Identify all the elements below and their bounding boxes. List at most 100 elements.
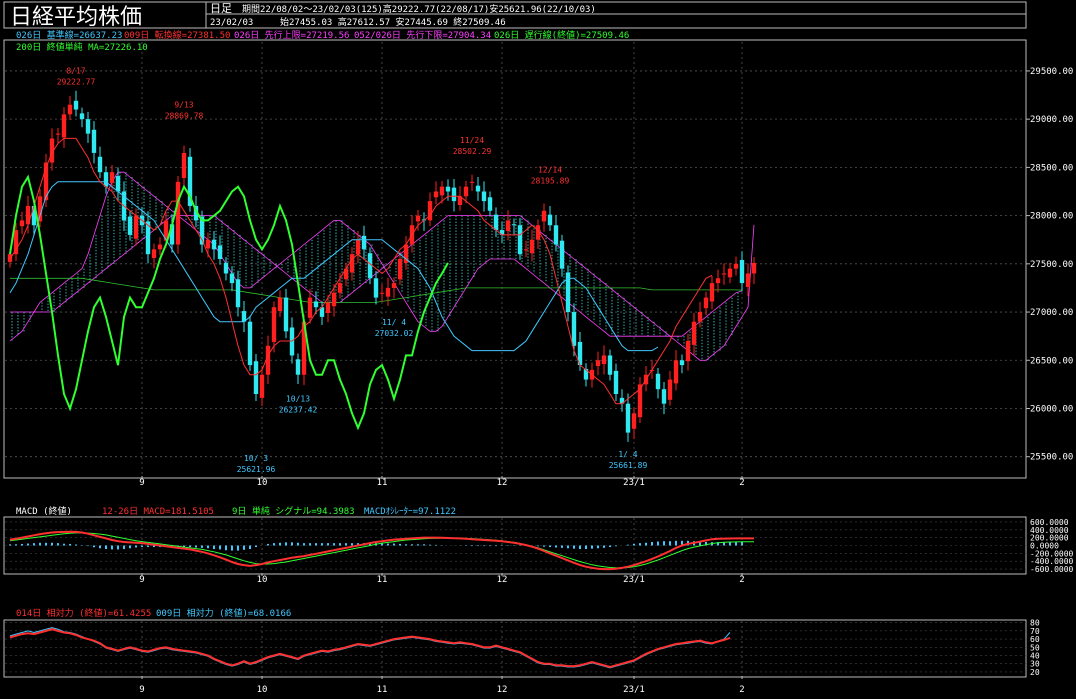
rsi9-line <box>9 627 731 669</box>
date-label: 23/02/03 <box>210 18 253 28</box>
rsi-legend: 014日 相対力 (終値)=61.4255 009日 相対力 (終値)=68.0… <box>16 607 291 619</box>
legend-senko1: 026日 先行上限=27219.56 <box>234 29 349 41</box>
candle-body <box>115 176 121 192</box>
candle-body <box>481 191 487 202</box>
candle-body <box>67 104 73 115</box>
candle-body <box>433 191 439 198</box>
x-tick-label: 11 <box>377 685 388 695</box>
candle-body <box>529 239 535 254</box>
annotation-label: 25661.89 <box>609 461 648 470</box>
candle-body <box>571 312 577 346</box>
candle-body <box>427 201 433 221</box>
candle-body <box>475 185 481 192</box>
x-tick-label: 12 <box>497 478 508 488</box>
candle-body <box>385 287 391 297</box>
page-title: 日経平均株価 <box>10 5 142 30</box>
candle-body <box>313 301 319 308</box>
candle-body <box>517 225 523 255</box>
y-tick-label: 25500.00 <box>1030 453 1073 463</box>
x-tick-label: 23/1 <box>623 575 645 585</box>
legend-ma200: 200日 終値単純 MA=27226.10 <box>16 41 148 53</box>
candle-body <box>391 283 397 288</box>
y-tick-label: 27500.00 <box>1030 260 1073 270</box>
candle-body <box>655 373 661 390</box>
candle-body <box>547 214 553 226</box>
legend-kijun: 026日 基準線=26637.23 <box>16 29 122 41</box>
candle-body <box>55 133 61 135</box>
candle-body <box>733 263 739 269</box>
macd-chart: 600.0000400.0000200.00000.0000-200.0000-… <box>5 518 1074 585</box>
annotation-label: 28869.78 <box>165 112 204 121</box>
x-tick-label: 2 <box>739 685 744 695</box>
candle-body <box>181 152 187 178</box>
candle-body <box>379 292 385 294</box>
macd-legend-osc: MACDｵｼﾚｰﾀｰ=97.1122 <box>364 506 456 517</box>
candle-body <box>463 186 469 197</box>
candle-body <box>487 197 493 211</box>
y-tick-label: 27000.00 <box>1030 308 1073 318</box>
annotation-label: 11/24 <box>460 136 484 145</box>
chart-stage: 日経平均株価 日足 期間22/08/02～23/02/03(125)高29222… <box>3 1 1074 695</box>
candle-body <box>613 370 619 395</box>
candle-body <box>721 273 727 275</box>
candle-body <box>691 321 697 345</box>
candle-body <box>271 307 277 342</box>
candle-body <box>85 119 91 134</box>
annotation-label: 29222.77 <box>57 78 96 87</box>
candle-body <box>631 413 637 429</box>
candle-body <box>37 196 43 222</box>
candle-body <box>697 312 703 322</box>
candle-body <box>97 156 103 173</box>
macd-legend-signal: 9日 単純 シグナル=94.3983 <box>232 505 355 517</box>
candle-body <box>157 244 163 250</box>
candle-body <box>355 239 361 255</box>
macd-title: MACD (終値) <box>16 505 72 517</box>
candle-body <box>217 245 223 259</box>
candle-body <box>667 379 673 400</box>
candle-body <box>229 273 235 284</box>
candle-body <box>349 254 355 273</box>
candle-body <box>601 355 607 365</box>
candle-body <box>103 172 109 187</box>
candle-body <box>205 239 211 249</box>
x-tick-label: 23/1 <box>623 478 645 488</box>
x-tick-label: 11 <box>377 478 388 488</box>
period-label: 期間22/08/02～23/02/03(125)高29222.77(22/08/… <box>242 3 596 15</box>
candle-body <box>445 186 451 192</box>
x-tick-label: 10 <box>257 685 268 695</box>
candle-body <box>127 216 133 235</box>
macd-legend-macd: 12-26日 MACD=181.5105 <box>102 506 214 517</box>
tenkan-line <box>9 137 713 405</box>
y-tick-label: 29500.00 <box>1030 67 1073 77</box>
x-tick-label: 10 <box>257 478 268 488</box>
candle-body <box>223 262 229 274</box>
candle-body <box>283 297 289 332</box>
legend-senko2: 052/026日 先行下限=27904.34 <box>354 29 491 41</box>
annotation-label: 10/13 <box>286 395 310 404</box>
x-tick-label: 9 <box>139 478 144 488</box>
rsi-chart: 807060504030209 10 11 12 23/1 2 <box>5 619 1040 695</box>
candle-body <box>19 220 25 227</box>
candle-body <box>151 249 157 259</box>
candle-body <box>511 224 517 226</box>
annotation-label: 9/13 <box>174 101 193 110</box>
candle-body <box>73 100 79 110</box>
annotation-label: 12/14 <box>538 166 562 175</box>
candle-body <box>751 262 757 274</box>
candle-body <box>553 225 559 245</box>
candle-body <box>523 249 529 251</box>
candle-body <box>607 355 613 375</box>
candle-body <box>745 273 751 287</box>
x-tick-label: 11 <box>377 575 388 585</box>
y-tick-label: 26500.00 <box>1030 356 1073 366</box>
candle-body <box>7 254 13 262</box>
candle-body <box>325 302 331 314</box>
candle-body <box>79 113 85 120</box>
candle-body <box>277 297 283 312</box>
candle-body <box>211 239 217 250</box>
x-tick-label: 12 <box>497 575 508 585</box>
candle-body <box>175 181 181 245</box>
candle-body <box>253 361 259 395</box>
ohlc-label: 始27455.03 高27612.57 安27445.69 終27509.46 <box>280 16 506 28</box>
candle-body <box>505 220 511 232</box>
